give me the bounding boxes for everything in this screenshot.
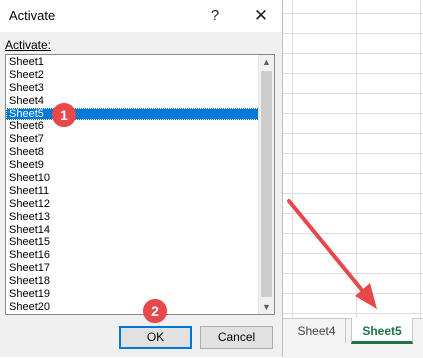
annotation-arrow <box>287 199 377 309</box>
callout-step-1: 1 <box>52 103 76 127</box>
callout-step-2: 2 <box>143 299 167 323</box>
